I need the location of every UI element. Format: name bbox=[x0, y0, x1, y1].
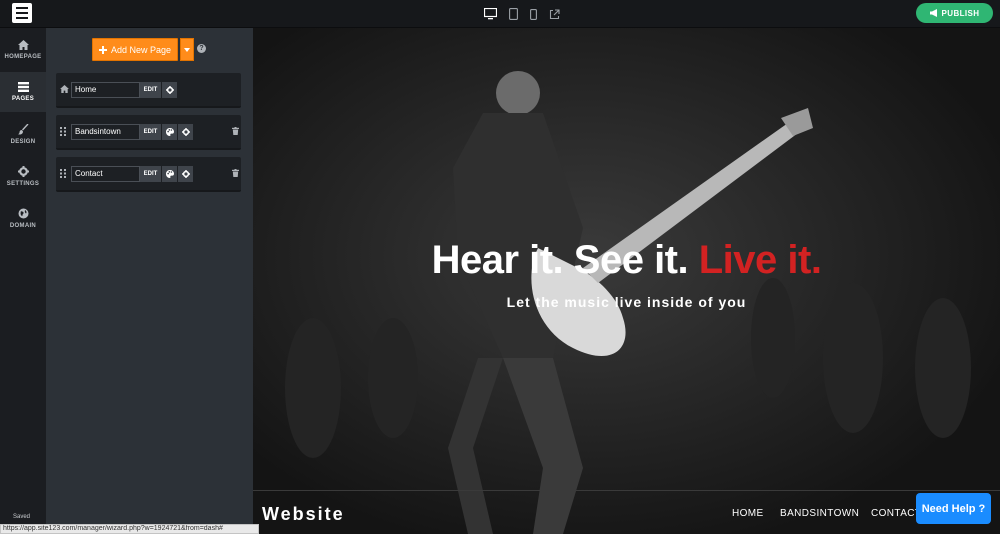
plus-icon bbox=[98, 45, 107, 54]
sidebar-item-domain[interactable]: DOMAIN bbox=[0, 198, 46, 238]
top-bar: PUBLISH bbox=[0, 0, 1000, 28]
nav-link-bandsintown[interactable]: BANDSINTOWN bbox=[780, 508, 859, 519]
page-settings-button[interactable] bbox=[162, 82, 177, 98]
site-brand[interactable]: Website bbox=[262, 504, 345, 525]
desktop-icon[interactable] bbox=[484, 8, 497, 20]
edit-page-button[interactable]: EDIT bbox=[140, 82, 161, 98]
page-name-input[interactable]: Home bbox=[71, 82, 140, 98]
sidebar-item-pages[interactable]: PAGES bbox=[0, 72, 46, 112]
sidebar-item-settings[interactable]: SETTINGS bbox=[0, 156, 46, 196]
page-design-button[interactable] bbox=[162, 124, 177, 140]
hero-title-red: Live it. bbox=[698, 238, 822, 282]
site123-logo[interactable] bbox=[12, 3, 32, 23]
status-bar-url: https://app.site123.com/manager/wizard.p… bbox=[0, 524, 259, 534]
page-row-bandsintown: Bandsintown EDIT bbox=[56, 115, 241, 150]
add-page-dropdown-button[interactable] bbox=[180, 38, 194, 61]
sidebar-item-label: HOMEPAGE bbox=[4, 54, 42, 60]
sidebar-item-design[interactable]: DESIGN bbox=[0, 114, 46, 154]
hero-title: Hear it. See it. Live it. bbox=[253, 238, 1000, 283]
publish-label: PUBLISH bbox=[941, 8, 980, 18]
home-icon bbox=[60, 85, 69, 93]
gear-icon bbox=[17, 165, 29, 177]
palette-icon bbox=[165, 128, 174, 136]
gear-icon bbox=[165, 86, 174, 94]
pages-icon bbox=[17, 82, 29, 92]
brush-icon bbox=[17, 123, 28, 135]
drag-handle-icon[interactable] bbox=[60, 127, 66, 136]
globe-icon bbox=[18, 208, 28, 218]
add-new-page-button[interactable]: Add New Page bbox=[92, 38, 178, 61]
header-divider bbox=[253, 490, 1000, 491]
edit-page-button[interactable]: EDIT bbox=[140, 124, 161, 140]
sidebar-item-label: DESIGN bbox=[10, 138, 36, 145]
saved-status: Saved bbox=[13, 514, 31, 520]
main-sidebar: HOMEPAGE PAGES DESIGN SETTINGS DOMAIN Sa… bbox=[0, 28, 46, 534]
sidebar-item-homepage[interactable]: HOMEPAGE bbox=[0, 30, 46, 70]
drag-handle-icon[interactable] bbox=[60, 169, 66, 178]
page-name-input[interactable]: Bandsintown bbox=[71, 124, 140, 140]
hero-subtitle: Let the music live inside of you bbox=[506, 294, 747, 310]
nav-link-contact[interactable]: CONTACT bbox=[871, 508, 921, 519]
caret-down-icon bbox=[184, 47, 190, 52]
nav-link-home[interactable]: HOME bbox=[732, 508, 764, 519]
sidebar-item-label: DOMAIN bbox=[9, 222, 37, 229]
gear-icon bbox=[181, 128, 190, 136]
need-help-button[interactable]: Need Help ? bbox=[916, 493, 991, 524]
hero-title-white: Hear it. See it. bbox=[431, 238, 699, 282]
sidebar-item-label: SETTINGS bbox=[6, 180, 40, 187]
trash-icon[interactable] bbox=[232, 169, 239, 177]
add-new-page-label: Add New Page bbox=[110, 44, 172, 55]
trash-icon[interactable] bbox=[232, 127, 239, 135]
page-row-home: Home EDIT bbox=[56, 73, 241, 108]
sidebar-item-label: PAGES bbox=[11, 96, 35, 102]
home-icon bbox=[17, 40, 29, 50]
edit-page-button[interactable]: EDIT bbox=[140, 166, 161, 182]
tablet-icon[interactable] bbox=[509, 8, 518, 20]
page-settings-button[interactable] bbox=[178, 166, 193, 182]
page-design-button[interactable] bbox=[162, 166, 177, 182]
gear-icon bbox=[181, 170, 190, 178]
page-name-input[interactable]: Contact bbox=[71, 166, 140, 182]
publish-button[interactable]: PUBLISH bbox=[916, 3, 993, 23]
website-preview: Hear it. See it. Live it. Let the music … bbox=[253, 28, 1000, 534]
question-icon[interactable]: ? bbox=[197, 44, 206, 53]
mobile-icon[interactable] bbox=[530, 8, 537, 20]
palette-icon bbox=[165, 170, 174, 178]
external-link-icon[interactable] bbox=[549, 8, 560, 20]
page-settings-button[interactable] bbox=[178, 124, 193, 140]
device-switcher bbox=[484, 5, 560, 23]
megaphone-icon bbox=[929, 9, 937, 17]
page-row-contact: Contact EDIT bbox=[56, 157, 241, 192]
